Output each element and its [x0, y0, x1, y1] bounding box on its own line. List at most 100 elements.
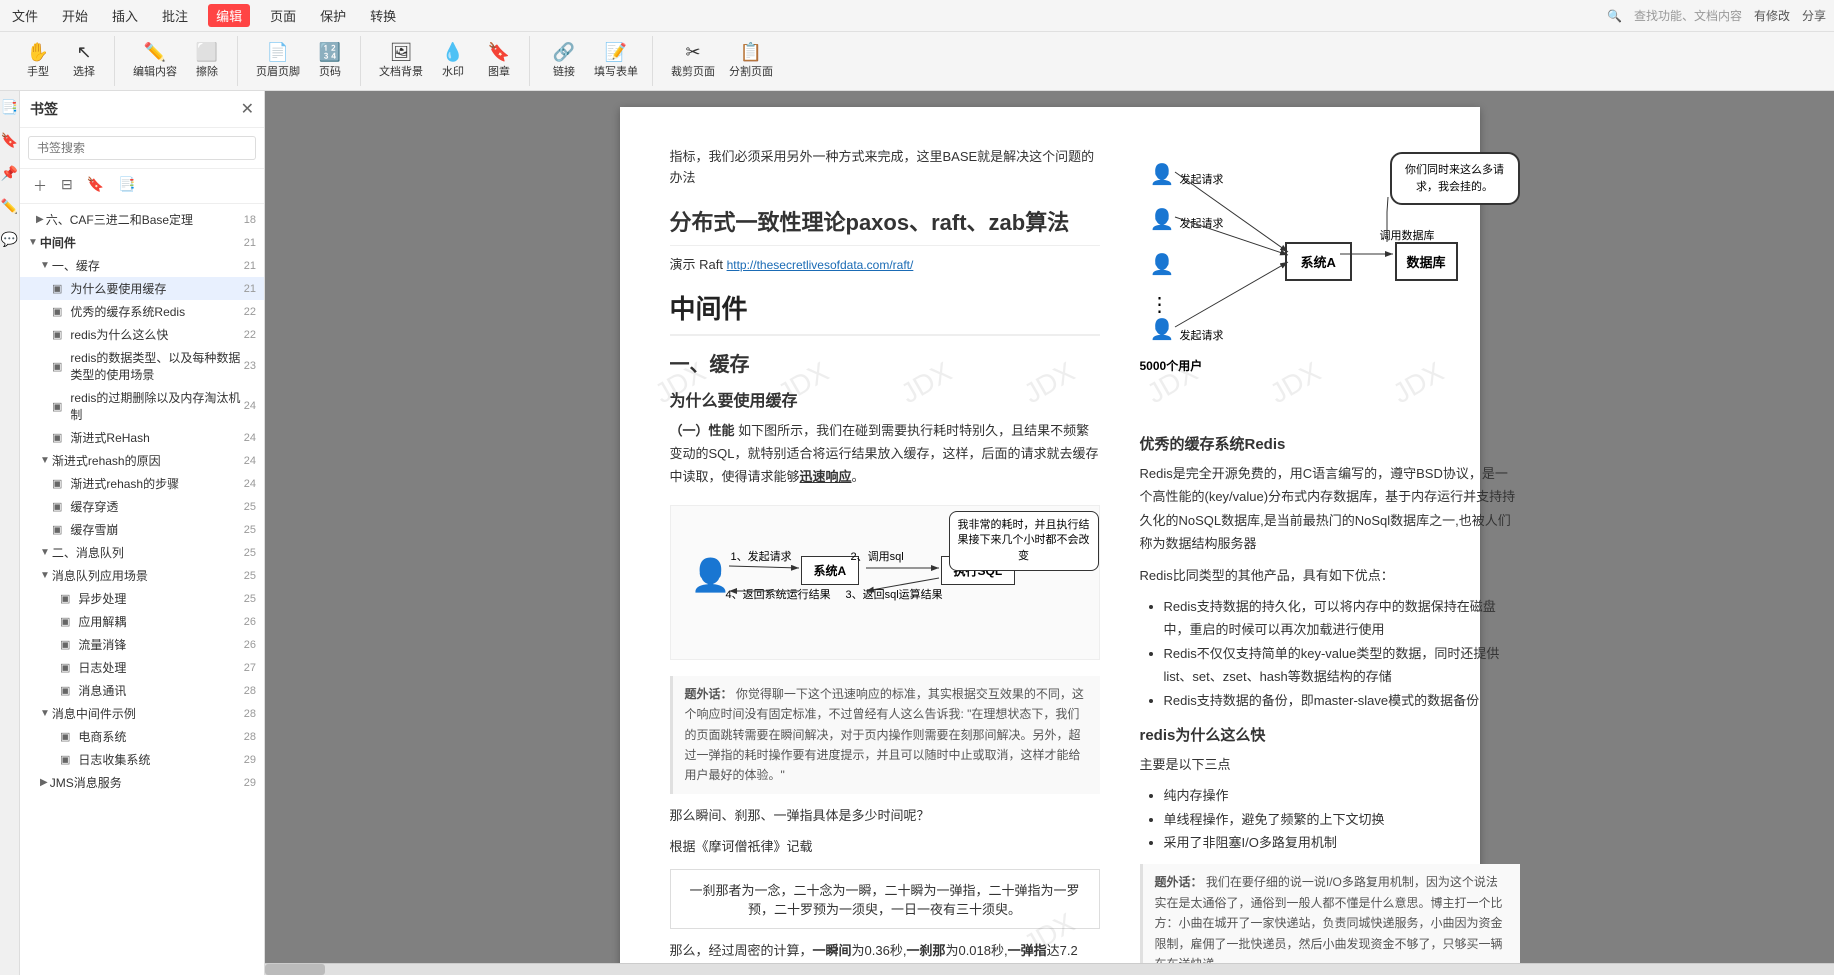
- share-btn[interactable]: 分享: [1802, 7, 1826, 24]
- tree-item-cache-penetrate[interactable]: ▣ 缓存穿透 25: [20, 495, 264, 518]
- menu-comment[interactable]: 批注: [158, 4, 192, 27]
- tree-item-cache[interactable]: ▼ 一、缓存 21: [20, 254, 264, 277]
- menu-protect[interactable]: 保护: [316, 4, 350, 27]
- page-num-btn[interactable]: 🔢 页码: [308, 39, 352, 83]
- crop-page-btn[interactable]: ✂ 裁剪页面: [665, 39, 721, 83]
- tree-item-ecommerce[interactable]: ▣ 电商系统 28: [20, 725, 264, 748]
- sql-cache-diagram: 👤 系统A 执行SQL 1、发起请求 2、调用sql 3、返回sql运算结果: [670, 505, 1100, 660]
- sidebar-icon-add[interactable]: ＋: [28, 173, 52, 199]
- stamp-btn[interactable]: 🔖 图章: [477, 39, 521, 83]
- aside-label-1: 题外话：: [685, 687, 733, 701]
- tree-item-log-collect[interactable]: ▣ 日志收集系统 29: [20, 748, 264, 771]
- page-columns: 指标，我们必须采用另外一种方式来完成，这里BASE就是解决这个问题的办法 分布式…: [670, 147, 1430, 963]
- tree-label-jms: JMS消息服务: [50, 774, 244, 791]
- tree-item-log[interactable]: ▣ 日志处理 27: [20, 656, 264, 679]
- link-label: 链接: [553, 63, 575, 79]
- doc-bg-label: 文档背景: [379, 63, 423, 79]
- tree-label-mq-scenarios: 消息队列应用场景: [52, 567, 244, 584]
- tree-icon-ecommerce: ▣: [60, 730, 70, 743]
- edit-label: 编辑内容: [133, 63, 177, 79]
- sidebar-search-input[interactable]: [28, 136, 256, 160]
- tree-label-decouple: 应用解耦: [78, 613, 243, 630]
- tree-page-mq-scenarios: 25: [244, 570, 256, 582]
- hand-tool-btn[interactable]: ✋ 手型: [16, 39, 60, 83]
- tree-page-redis-fast: 22: [244, 329, 256, 341]
- header-footer-btn[interactable]: 📄 页眉页脚: [250, 39, 306, 83]
- menu-page[interactable]: 页面: [266, 4, 300, 27]
- overload-arrows: [1140, 147, 1520, 417]
- source-para: 根据《摩诃僧祇律》记载: [670, 835, 1100, 858]
- tree-item-msg-comm[interactable]: ▣ 消息通讯 28: [20, 679, 264, 702]
- doc-area: JDX JDX JDX JDX JDX JDX JDX JDX 指标，我们必须采…: [265, 91, 1834, 975]
- tree-icon-async: ▣: [60, 592, 70, 605]
- tree-item-redis-types[interactable]: ▣ redis的数据类型、以及每种数据类型的使用场景 23: [20, 346, 264, 386]
- sql-speech-bubble: 我非常的耗时，并且执行结果接下来几个小时都不会改变: [949, 511, 1099, 571]
- tree-item-redis-fast[interactable]: ▣ redis为什么这么快 22: [20, 323, 264, 346]
- tree-icon-redis-types: ▣: [52, 360, 62, 373]
- sidebar-icon-collapse[interactable]: ⊟: [56, 173, 78, 199]
- sidebar-icon-bookmark2[interactable]: 📑: [113, 173, 140, 199]
- tree-item-jms[interactable]: ▶ JMS消息服务 29: [20, 771, 264, 794]
- tree-item-cache-avalanche[interactable]: ▣ 缓存雪崩 25: [20, 518, 264, 541]
- doc-scroll[interactable]: JDX JDX JDX JDX JDX JDX JDX JDX 指标，我们必须采…: [265, 91, 1834, 963]
- tree-icon-cache-avalanche: ▣: [52, 523, 62, 536]
- menu-edit[interactable]: 编辑: [208, 4, 250, 27]
- menu-start[interactable]: 开始: [58, 4, 92, 27]
- redis-intro-para: Redis是完全开源免费的，用C语言编写的，遵守BSD协议，是一个高性能的(ke…: [1140, 462, 1520, 556]
- tree-page-middleware: 21: [244, 237, 256, 249]
- demo-link[interactable]: http://thesecretlivesofdata.com/raft/: [727, 258, 914, 272]
- quote-text: 一刹那者为一念，二十念为一瞬，二十瞬为一弹指，二十弹指为一罗预，二十罗预为一须臾…: [687, 880, 1083, 918]
- tree-icon-why-cache: ▣: [52, 282, 62, 295]
- tree-label-cache-penetrate: 缓存穿透: [70, 498, 243, 515]
- tree-item-throttle[interactable]: ▣ 流量消锋 26: [20, 633, 264, 656]
- tree-item-rehash-steps[interactable]: ▣ 渐进式rehash的步骤 24: [20, 472, 264, 495]
- tree-label-why-cache: 为什么要使用缓存: [70, 280, 243, 297]
- tree-icon-decouple: ▣: [60, 615, 70, 628]
- left-icon-3[interactable]: 📌: [0, 161, 22, 186]
- menu-convert[interactable]: 转换: [366, 4, 400, 27]
- split-page-btn[interactable]: 📋 分割页面: [723, 39, 779, 83]
- left-icon-1[interactable]: 📑: [0, 95, 22, 120]
- tree-item-caf[interactable]: ▶ 六、CAF三进二和Base定理 18: [20, 208, 264, 231]
- tree-item-redis-expire[interactable]: ▣ redis的过期删除以及内存淘汰机制 24: [20, 386, 264, 426]
- erase-btn[interactable]: ⬜ 擦除: [185, 39, 229, 83]
- left-icon-4[interactable]: ✏️: [0, 194, 22, 219]
- tree-item-middleware[interactable]: ▼ 中间件 21: [20, 231, 264, 254]
- tree-item-async[interactable]: ▣ 异步处理 25: [20, 587, 264, 610]
- link-btn[interactable]: 🔗 链接: [542, 39, 586, 83]
- doc-horizontal-scrollbar[interactable]: [265, 963, 1834, 975]
- scrollbar-thumb[interactable]: [265, 964, 325, 975]
- left-icon-5[interactable]: 💬: [0, 227, 22, 252]
- menu-file[interactable]: 文件: [8, 4, 42, 27]
- sidebar-close-btn[interactable]: ✕: [241, 99, 254, 119]
- tree-label-mq-examples: 消息中间件示例: [52, 705, 244, 722]
- watermark-label: 水印: [442, 63, 464, 79]
- sidebar-icon-bookmark1[interactable]: 🔖: [82, 173, 109, 199]
- section-paxos-title: 分布式一致性理论paxos、raft、zab算法: [670, 205, 1100, 246]
- tree-item-redis[interactable]: ▣ 优秀的缓存系统Redis 22: [20, 300, 264, 323]
- tree-item-mq[interactable]: ▼ 二、消息队列 25: [20, 541, 264, 564]
- menu-bar: 文件 开始 插入 批注 编辑 页面 保护 转换 🔍 查找功能、文档内容 有修改 …: [0, 0, 1834, 32]
- select-tool-btn[interactable]: ↖ 选择: [62, 39, 106, 83]
- header-footer-icon: 📄: [267, 43, 289, 61]
- edit-icon: ✏️: [144, 43, 166, 61]
- tree-item-rehash-reason[interactable]: ▼ 渐进式rehash的原因 24: [20, 449, 264, 472]
- doc-intro-text: 指标，我们必须采用另外一种方式来完成，这里BASE就是解决这个问题的办法: [670, 147, 1100, 189]
- tree-page-msg-comm: 28: [244, 685, 256, 697]
- tree-page-redis-types: 23: [244, 360, 256, 372]
- tree-page-log: 27: [244, 662, 256, 674]
- fill-form-btn[interactable]: 📝 填写表单: [588, 39, 644, 83]
- tree-item-rehash[interactable]: ▣ 渐进式ReHash 24: [20, 426, 264, 449]
- tree-page-cache: 21: [244, 260, 256, 272]
- doc-bg-btn[interactable]: 🖼 文档背景: [373, 39, 429, 83]
- menu-insert[interactable]: 插入: [108, 4, 142, 27]
- tree-item-decouple[interactable]: ▣ 应用解耦 26: [20, 610, 264, 633]
- tree-page-redis-expire: 24: [244, 400, 256, 412]
- tree-item-mq-scenarios[interactable]: ▼ 消息队列应用场景 25: [20, 564, 264, 587]
- tree-item-mq-examples[interactable]: ▼ 消息中间件示例 28: [20, 702, 264, 725]
- watermark-btn[interactable]: 💧 水印: [431, 39, 475, 83]
- hand-icon: ✋: [27, 43, 49, 61]
- left-icon-2[interactable]: 🔖: [0, 128, 22, 153]
- tree-item-why-cache[interactable]: ▣ 为什么要使用缓存 21: [20, 277, 264, 300]
- edit-content-btn[interactable]: ✏️ 编辑内容: [127, 39, 183, 83]
